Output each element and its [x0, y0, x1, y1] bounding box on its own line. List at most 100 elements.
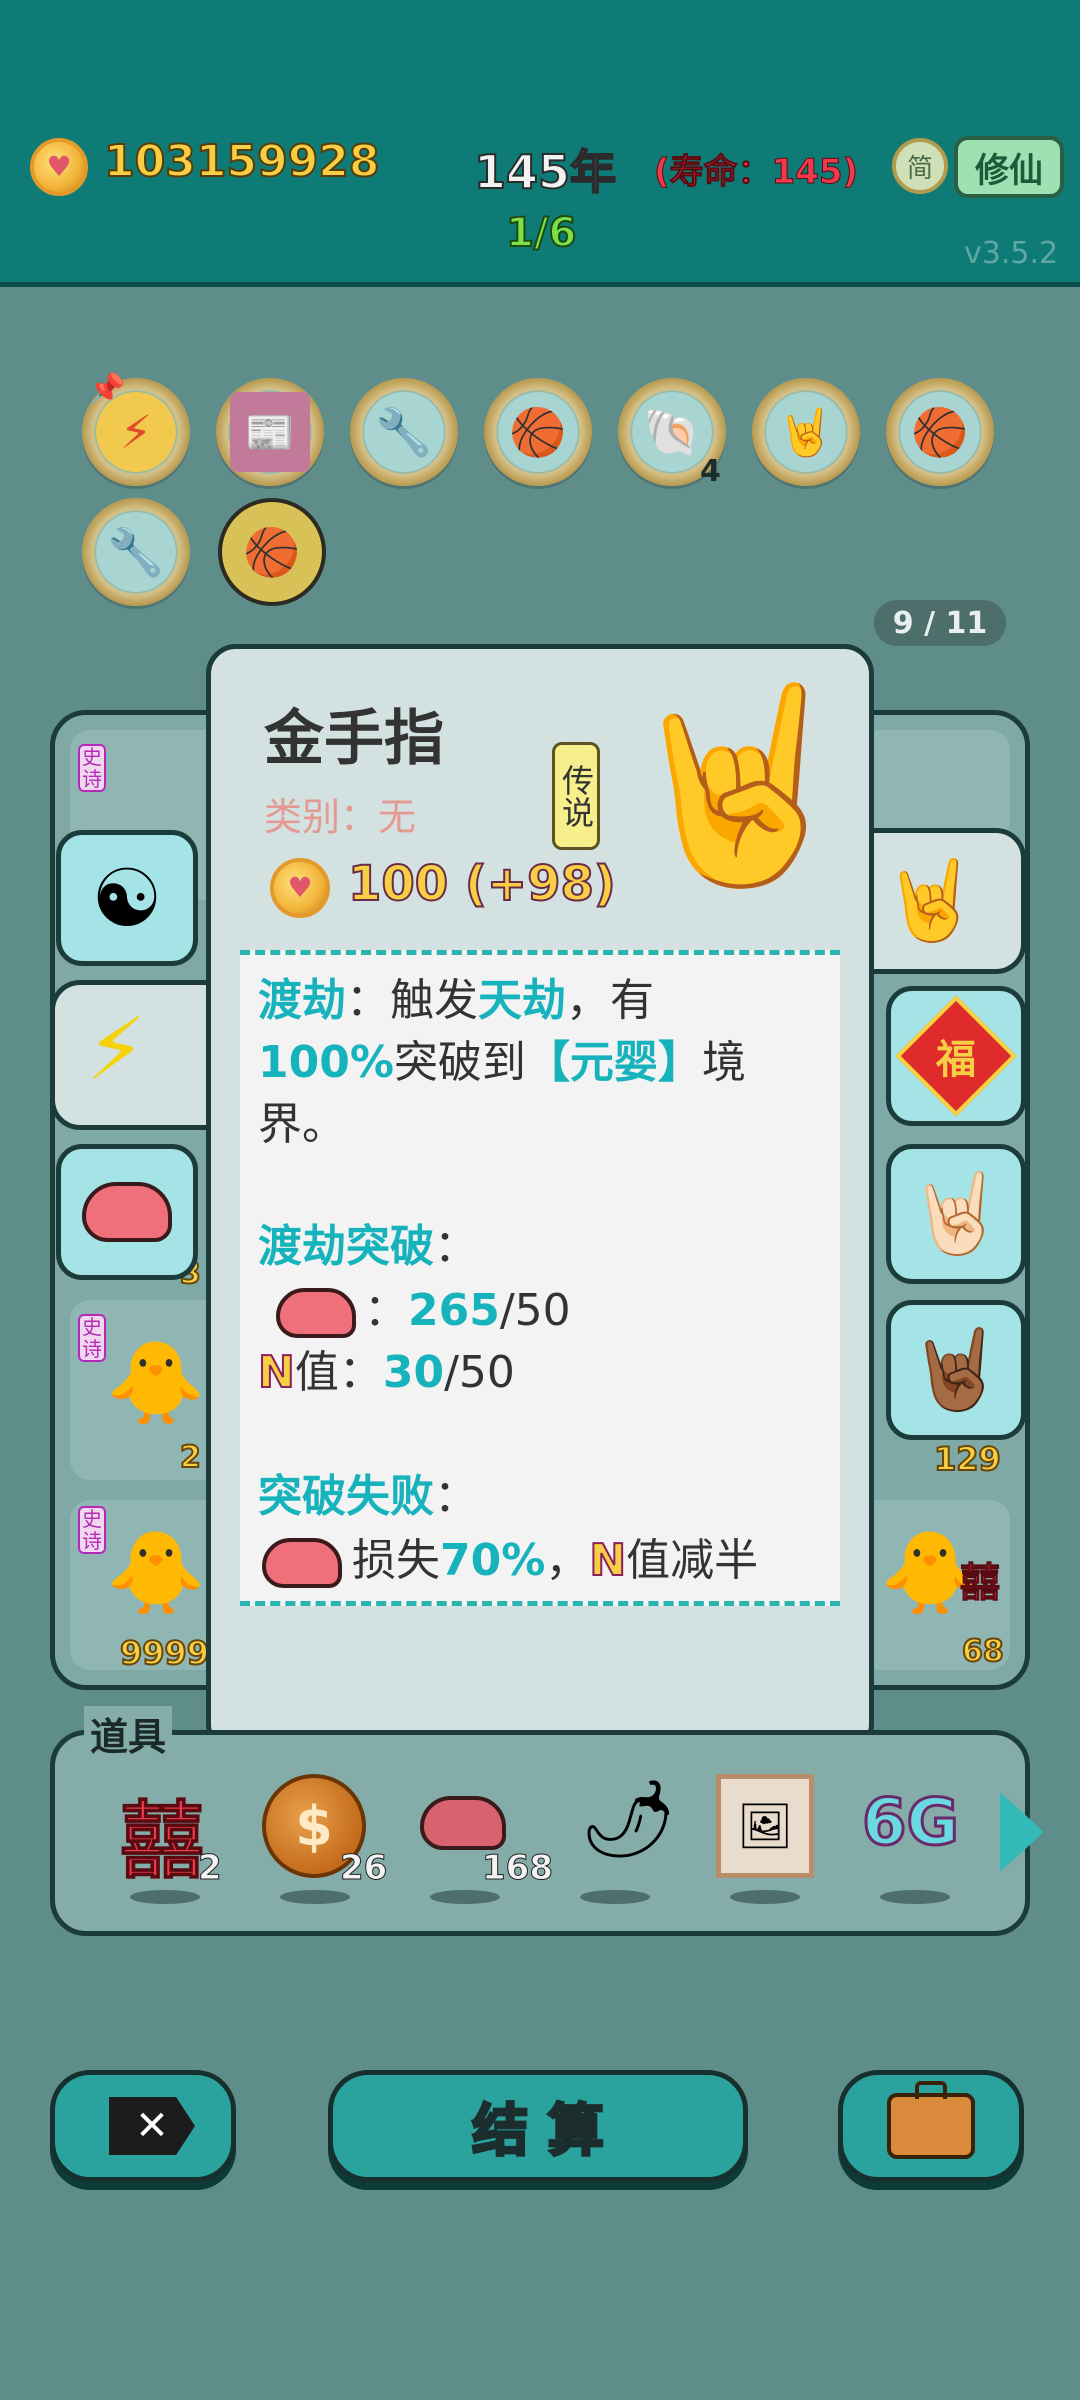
- breakthrough-section: 渡劫突破：: [258, 1216, 478, 1278]
- item-shadow: [580, 1890, 650, 1904]
- double-happiness-icon[interactable]: 囍: [119, 1774, 204, 1895]
- desc-text: ，: [545, 1535, 590, 1586]
- desc-text: ：触发: [346, 975, 478, 1026]
- yin-yang-icon: ☯: [91, 851, 163, 945]
- board-count: 68: [961, 1633, 1005, 1670]
- shell-count: 4: [700, 454, 721, 489]
- section-title: 突破失败: [258, 1471, 434, 1522]
- rarity-badge: 传说: [552, 742, 600, 850]
- chick-character-icon: 🐥: [106, 1526, 206, 1619]
- relic-basketballs-3[interactable]: 🏀: [218, 498, 326, 606]
- relic-air-pump-2[interactable]: 🔧: [82, 498, 190, 606]
- rock-hand-icon: 🤘🏾: [907, 1324, 1005, 1415]
- desc-text: ：: [434, 1471, 478, 1522]
- relic-rock-hand[interactable]: 🤘: [752, 378, 860, 486]
- item-count: 2: [198, 1848, 223, 1889]
- item-shadow: [130, 1890, 200, 1904]
- popup-category: 类别：无: [264, 795, 417, 839]
- liver-need: /50: [499, 1285, 571, 1336]
- rock-hand-icon: 🤘🏻: [907, 1168, 1005, 1259]
- item-shadow: [730, 1890, 800, 1904]
- fortune-icon: 福: [895, 995, 1017, 1117]
- epic-tag: 史诗: [78, 1506, 106, 1554]
- inventory-button[interactable]: [838, 2070, 1024, 2182]
- n-icon: N: [588, 1534, 627, 1587]
- stage-progress: 1/6: [505, 209, 577, 257]
- liver-icon[interactable]: [420, 1796, 506, 1850]
- coin-balance: 103159928: [103, 135, 381, 188]
- realm-name: 【元婴】: [525, 1037, 702, 1088]
- settle-button[interactable]: 结 算: [328, 2070, 748, 2182]
- golden-finger-icon: 🤘: [620, 674, 857, 895]
- close-button[interactable]: ✕: [50, 2070, 236, 2182]
- n-have: 30: [382, 1347, 445, 1398]
- chili-pepper-icon[interactable]: 🌶: [580, 1774, 676, 1864]
- popup-title: 金手指: [264, 704, 444, 774]
- item-count: 26: [339, 1848, 388, 1889]
- heart-coin-icon: ♥: [270, 858, 330, 918]
- top-bar: ♥ 103159928 145年 (寿命：145) 1/6 简 修仙 v3.5.…: [0, 0, 1080, 287]
- board-count: 2: [179, 1439, 202, 1476]
- loss-percent: 70%: [440, 1535, 546, 1586]
- air-pump-icon: 🔧: [96, 512, 176, 592]
- liver-icon: [262, 1538, 342, 1588]
- yin-yang-tile[interactable]: ☯: [56, 830, 198, 966]
- close-icon: ✕: [109, 2097, 195, 2155]
- section-title: 渡劫突破: [258, 1221, 434, 1272]
- desc-text: ：: [364, 1285, 408, 1336]
- fortune-tile[interactable]: 福: [886, 986, 1026, 1126]
- desc-text: ，有: [566, 975, 654, 1026]
- board-slot[interactable]: [860, 730, 1010, 840]
- item-shadow: [880, 1890, 950, 1904]
- failure-penalty: 损失70%，N值减半: [352, 1530, 758, 1592]
- basketballs-icon: 🏀: [498, 392, 578, 472]
- rock-hand-icon: 🤘: [881, 855, 980, 946]
- framed-picture-icon[interactable]: 🖼: [716, 1774, 814, 1878]
- relic-basketballs-2[interactable]: 🏀: [886, 378, 994, 486]
- version-label: v3.5.2: [964, 236, 1059, 271]
- time-magazine-icon: 📰: [230, 392, 310, 472]
- white-hand-tile[interactable]: 🤘🏻: [886, 1144, 1026, 1284]
- desc-text: 界。: [258, 1099, 346, 1150]
- n-requirement: N值：30/50: [257, 1342, 515, 1404]
- desc-text: 损失: [352, 1535, 440, 1586]
- failure-section: 突破失败：: [258, 1466, 478, 1528]
- basketballs-icon: 🏀: [900, 392, 980, 472]
- settle-label: 结 算: [471, 2097, 605, 2165]
- brown-hand-tile[interactable]: 🤘🏾: [886, 1300, 1026, 1440]
- double-happiness-icon: 囍: [960, 1560, 1001, 1607]
- liver-tile[interactable]: [56, 1144, 198, 1280]
- success-percent: 100%: [258, 1037, 394, 1088]
- desc-text: 境: [701, 1037, 746, 1088]
- relic-page-indicator: 9 / 11: [874, 600, 1006, 646]
- simplified-label: 简: [906, 153, 933, 184]
- desc-text: ：: [434, 1221, 478, 1272]
- item-shadow: [430, 1890, 500, 1904]
- air-pump-icon: 🔧: [364, 392, 444, 472]
- item-count: 168: [482, 1848, 554, 1889]
- cultivate-label: 修仙: [975, 150, 1043, 191]
- item-shadow: [280, 1890, 350, 1904]
- 6g-icon[interactable]: 6G: [860, 1785, 960, 1862]
- liver-have: 265: [408, 1285, 500, 1336]
- basketballs-icon: 🏀: [243, 524, 301, 579]
- description-text: 渡劫：触发天劫，有 100%突破到【元婴】境 界。: [258, 970, 838, 1156]
- relic-time-magazine[interactable]: 📰: [216, 378, 324, 486]
- relic-air-pump[interactable]: 🔧: [350, 378, 458, 486]
- liver-requirement: ：265/50: [364, 1280, 571, 1342]
- chick-character-icon: 🐥: [106, 1336, 206, 1429]
- heart-coin-icon: ♥: [30, 138, 88, 196]
- lifespan-label: (寿命：145): [653, 152, 859, 193]
- relic-basketballs[interactable]: 🏀: [484, 378, 592, 486]
- pin-icon: 📌: [88, 372, 126, 407]
- briefcase-icon: [887, 2081, 975, 2159]
- year-counter: 145年: [473, 144, 617, 200]
- items-label: 道具: [84, 1706, 173, 1761]
- n-icon: N: [257, 1346, 296, 1399]
- cultivate-button[interactable]: 修仙: [954, 136, 1064, 198]
- liver-icon: [82, 1182, 172, 1242]
- epic-tag: 史诗: [78, 744, 106, 792]
- liver-icon: [276, 1288, 356, 1338]
- simplified-toggle-button[interactable]: 简: [892, 138, 948, 194]
- next-arrow-icon[interactable]: [1000, 1792, 1044, 1872]
